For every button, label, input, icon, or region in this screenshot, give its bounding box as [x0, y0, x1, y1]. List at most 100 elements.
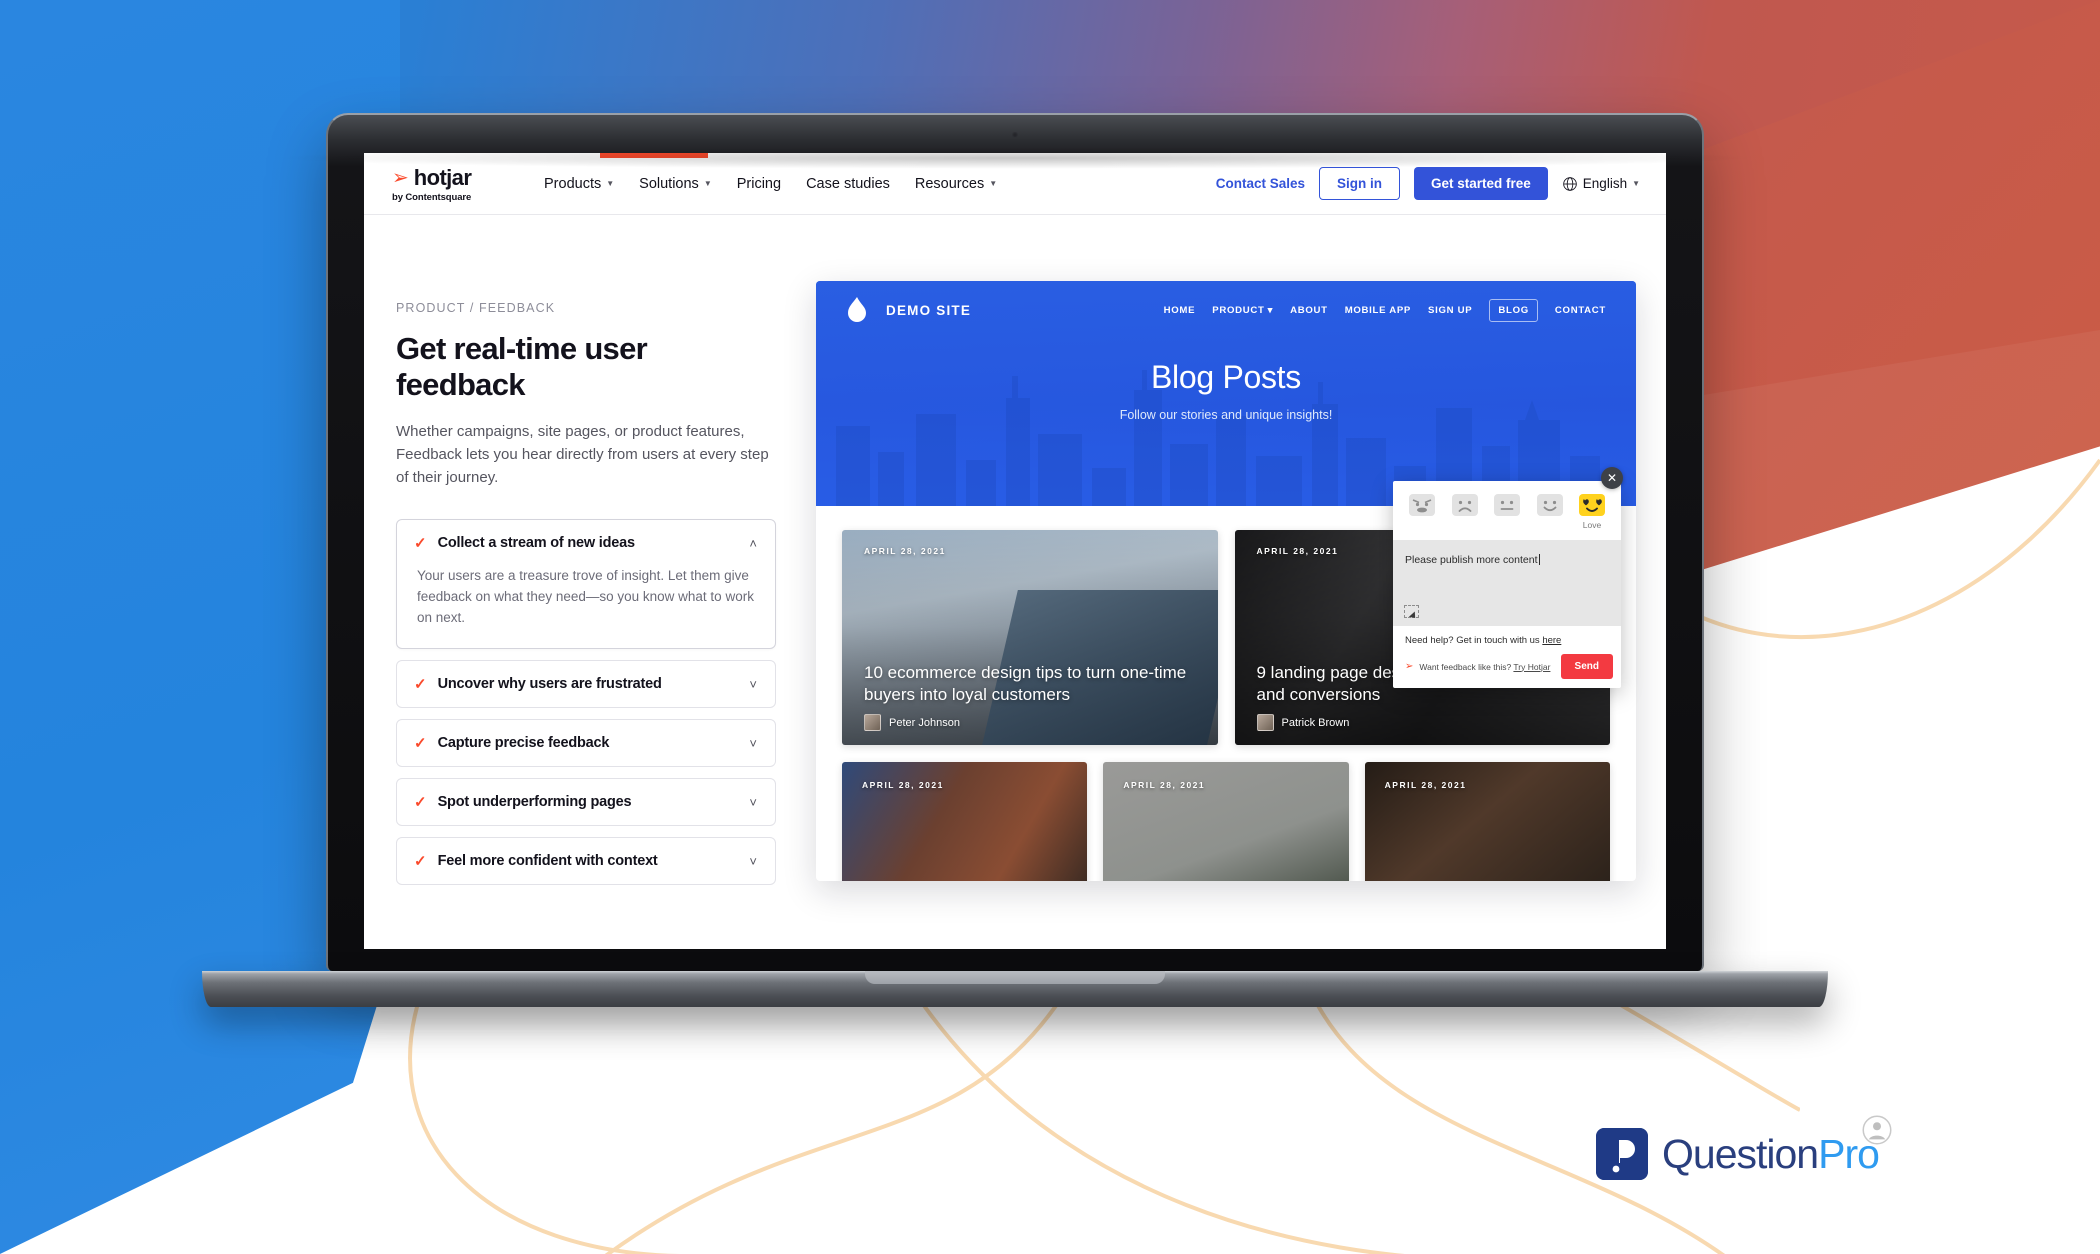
- post-date: APRIL 28, 2021: [1123, 780, 1206, 790]
- nav-item-resources[interactable]: Resources ▼: [915, 176, 997, 192]
- questionpro-word-pro: Pro: [1818, 1130, 1880, 1177]
- nav-item-products[interactable]: Products ▼: [544, 176, 614, 192]
- page-title: Get real-time user feedback: [396, 331, 648, 402]
- questionpro-wordmark: Question Pro: [1662, 1130, 1880, 1178]
- emoji-option-angry[interactable]: [1405, 494, 1439, 520]
- navbar-actions: Contact Sales Sign in Get started free E…: [1216, 167, 1640, 200]
- avatar: [1256, 714, 1274, 731]
- blog-post-card[interactable]: APRIL 28, 2021 10 ecommerce design tips …: [842, 530, 1218, 745]
- accordion-title: Uncover why users are frustrated: [437, 676, 662, 693]
- emoji-option-happy[interactable]: [1533, 494, 1567, 520]
- demo-nav-about[interactable]: ABOUT: [1290, 305, 1328, 316]
- chevron-down-icon[interactable]: ˅: [749, 736, 757, 751]
- accordion-item-2[interactable]: ✓ Capture precise feedback ˅: [396, 719, 776, 768]
- flame-icon: ➢: [1405, 661, 1414, 672]
- language-label: English: [1582, 176, 1628, 191]
- blog-post-card-small[interactable]: APRIL 28, 2021: [842, 762, 1088, 881]
- feedback-widget-footer: ➢ Want feedback like this? Try Hotjar Se…: [1393, 651, 1621, 688]
- nav-label: Resources: [914, 175, 985, 192]
- chevron-down-icon[interactable]: ˅: [749, 677, 757, 692]
- post-date: APRIL 28, 2021: [1384, 780, 1467, 790]
- blog-post-card-small[interactable]: APRIL 28, 2021: [1364, 762, 1610, 881]
- help-here-link[interactable]: here: [1542, 635, 1561, 646]
- demo-nav-sign-up[interactable]: SIGN UP: [1428, 305, 1472, 316]
- hero-left-column: PRODUCT / FEEDBACK Get real-time user fe…: [396, 281, 776, 896]
- try-hotjar-link[interactable]: Try Hotjar: [1513, 662, 1550, 672]
- demo-nav-home[interactable]: HOME: [1164, 305, 1196, 316]
- hotjar-main-menu: Products ▼ Solutions ▼ Pricing Case stud…: [544, 176, 997, 192]
- emoji-rating-row: Love: [1393, 481, 1621, 536]
- accordion-header[interactable]: ✓ Capture precise feedback ˅: [397, 720, 775, 766]
- check-icon: ✓: [414, 853, 427, 871]
- promo-text-label: Want feedback like this?: [1419, 661, 1514, 672]
- neutral-emoji: [1494, 494, 1520, 516]
- check-icon: ✓: [414, 535, 427, 553]
- accordion-header[interactable]: ✓ Spot underperforming pages ˅: [397, 779, 775, 825]
- globe-icon: [1563, 176, 1577, 191]
- chevron-down-icon[interactable]: ˅: [749, 854, 757, 869]
- hotjar-logo[interactable]: ➢ hotjar by Contentsquare: [392, 165, 516, 203]
- demo-nav-product[interactable]: PRODUCT ▾: [1212, 305, 1273, 316]
- emoji-option-love[interactable]: Love: [1575, 494, 1609, 530]
- happy-emoji: [1536, 494, 1563, 516]
- flame-icon: [848, 297, 866, 322]
- eyebrow-label: PRODUCT / FEEDBACK: [396, 301, 556, 315]
- nav-item-pricing[interactable]: Pricing: [737, 176, 781, 192]
- accordion-item-3[interactable]: ✓ Spot underperforming pages ˅: [396, 778, 776, 827]
- questionpro-mark-glyph: [1596, 1128, 1648, 1180]
- accordion-title: Collect a stream of new ideas: [437, 535, 635, 552]
- page-body: PRODUCT / FEEDBACK Get real-time user fe…: [364, 215, 1666, 896]
- close-icon[interactable]: ✕: [1601, 467, 1623, 489]
- demo-site-brand[interactable]: DEMO SITE: [846, 297, 971, 323]
- accordion-item-4[interactable]: ✓ Feel more confident with context ˅: [396, 837, 776, 886]
- demo-nav-contact[interactable]: CONTACT: [1555, 305, 1606, 316]
- sign-in-button[interactable]: Sign in: [1319, 167, 1400, 200]
- demo-hero-text: Blog Posts Follow our stories and unique…: [816, 359, 1636, 422]
- laptop-base: [202, 971, 1828, 1007]
- questionpro-word-question: Question: [1662, 1130, 1819, 1177]
- accordion-header[interactable]: ✓ Feel more confident with context ˅: [397, 838, 775, 884]
- feedback-comment-value: Please publish more content: [1405, 554, 1538, 566]
- demo-hero: DEMO SITE HOME PRODUCT ▾ ABOUT MOBILE AP…: [816, 281, 1636, 506]
- questionpro-logo: Question Pro: [1596, 1128, 1880, 1180]
- get-started-free-button[interactable]: Get started free: [1414, 167, 1548, 200]
- check-icon: ✓: [414, 794, 427, 812]
- emoji-option-neutral[interactable]: [1490, 494, 1524, 520]
- post-author: Peter Johnson: [864, 714, 1200, 731]
- blog-post-grid-secondary: APRIL 28, 2021 APRIL 28, 2021 APRIL 28, …: [816, 745, 1636, 881]
- emoji-label-love: Love: [1582, 520, 1602, 530]
- accordion-header[interactable]: ✓ Collect a stream of new ideas ˄: [397, 520, 775, 566]
- demo-nav-blog[interactable]: BLOG: [1489, 298, 1538, 322]
- language-selector[interactable]: English ▼: [1562, 176, 1640, 192]
- accordion-item-0[interactable]: ✓ Collect a stream of new ideas ˄ Your u…: [396, 519, 776, 650]
- angry-emoji-glyph: [1412, 499, 1432, 513]
- accordion-title: Spot underperforming pages: [437, 794, 632, 811]
- send-feedback-button[interactable]: Send: [1560, 654, 1613, 679]
- chevron-up-icon[interactable]: ˄: [749, 536, 757, 551]
- chevron-down-icon[interactable]: ˅: [749, 795, 757, 810]
- demo-site-brand-text: DEMO SITE: [886, 302, 972, 318]
- demo-site-navbar: DEMO SITE HOME PRODUCT ▾ ABOUT MOBILE AP…: [816, 281, 1636, 323]
- feedback-comment-input[interactable]: Please publish more content: [1393, 540, 1621, 626]
- nav-item-solutions[interactable]: Solutions ▼: [639, 176, 712, 192]
- nav-label: Case studies: [806, 175, 890, 192]
- post-date: APRIL 28, 2021: [864, 546, 946, 556]
- nav-item-case-studies[interactable]: Case studies: [806, 176, 890, 192]
- love-emoji-glyph: [1583, 499, 1602, 512]
- check-icon: ✓: [414, 735, 427, 753]
- demo-nav-mobile-app[interactable]: MOBILE APP: [1345, 305, 1411, 316]
- accordion-header[interactable]: ✓ Uncover why users are frustrated ˅: [397, 661, 775, 707]
- accordion-title: Capture precise feedback: [437, 735, 610, 752]
- blog-post-card-small[interactable]: APRIL 28, 2021: [1103, 762, 1349, 881]
- laptop-lid: ➢ hotjar by Contentsquare Products ▼ Sol…: [326, 113, 1704, 971]
- nav-label: Pricing: [736, 175, 782, 192]
- emoji-option-sad[interactable]: [1448, 494, 1482, 520]
- chevron-down-icon: ▼: [989, 179, 998, 188]
- flame-icon: ➢: [392, 166, 409, 189]
- contact-sales-link[interactable]: Contact Sales: [1216, 176, 1305, 191]
- laptop-shadow: [265, 147, 1765, 169]
- hero-right-column: DEMO SITE HOME PRODUCT ▾ ABOUT MOBILE AP…: [816, 281, 1636, 896]
- feedback-help-text: Need help? Get in touch with us here: [1393, 626, 1621, 651]
- accordion-item-1[interactable]: ✓ Uncover why users are frustrated ˅: [396, 660, 776, 709]
- neutral-emoji-glyph: [1500, 500, 1514, 510]
